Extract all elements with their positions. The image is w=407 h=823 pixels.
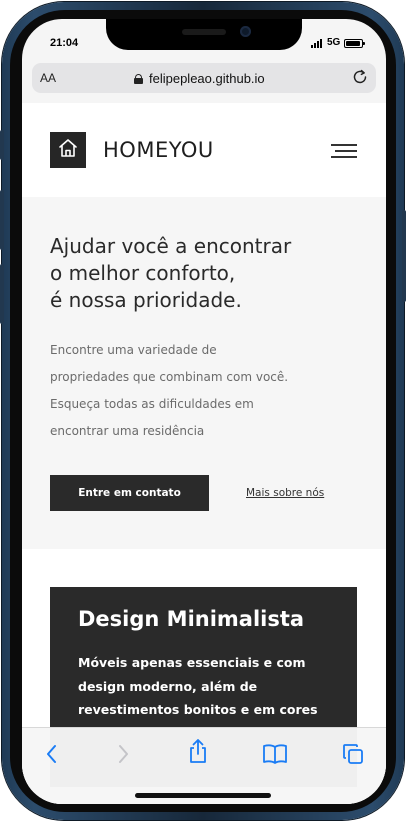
url-display[interactable]: felipepleao.github.io xyxy=(134,71,265,86)
hero-description-line: Esqueça todas as dificuldades em xyxy=(50,397,254,411)
hero-title-line: Ajudar você a encontrar xyxy=(50,234,292,258)
book-icon[interactable] xyxy=(262,741,288,767)
tabs-icon[interactable] xyxy=(340,741,366,767)
battery-icon xyxy=(344,39,365,48)
site-logo[interactable] xyxy=(50,132,86,168)
hero-title: Ajudar você a encontrar o melhor confort… xyxy=(50,233,350,314)
contact-button[interactable]: Entre em contato xyxy=(50,475,209,511)
status-time: 21:04 xyxy=(50,37,79,49)
feature-card-text: Móveis apenas essenciais e com design mo… xyxy=(78,651,338,722)
about-link[interactable]: Mais sobre nós xyxy=(246,487,324,499)
front-camera xyxy=(240,26,251,37)
phone-screen: 21:04 5G AA felipepleao.github.io HOMEYO… xyxy=(22,19,386,804)
site-header: HOMEYOU xyxy=(22,103,386,197)
speaker-grille xyxy=(182,29,226,35)
volume-down-button xyxy=(0,264,4,324)
chevron-right-icon[interactable] xyxy=(110,741,136,767)
text-size-button[interactable]: AA xyxy=(40,71,56,85)
chevron-left-icon[interactable] xyxy=(39,741,65,767)
mute-switch xyxy=(0,130,4,160)
hero-description-line: Encontre uma variedade de xyxy=(50,343,217,357)
reload-icon[interactable] xyxy=(352,69,368,85)
feature-card-line: revestimentos bonitos e em cores xyxy=(78,702,318,717)
signal-icon xyxy=(311,39,322,48)
hero-description: Encontre uma variedade de propriedades q… xyxy=(50,337,340,445)
feature-card-line: design moderno, além de xyxy=(78,678,258,694)
hero-title-line: é nossa prioridade. xyxy=(50,288,242,312)
feature-card-title: Design Minimalista xyxy=(78,607,305,631)
house-icon xyxy=(57,137,79,163)
hero-description-line: propriedades que combinam com você. xyxy=(50,370,289,384)
feature-card-line: Móveis apenas essenciais e com xyxy=(78,655,306,670)
brand-name[interactable]: HOMEYOU xyxy=(103,138,214,162)
hamburger-icon[interactable] xyxy=(331,144,357,160)
network-type: 5G xyxy=(327,37,341,48)
notch xyxy=(106,19,302,50)
hero-section: Ajudar você a encontrar o melhor confort… xyxy=(22,197,386,549)
url-text: felipepleao.github.io xyxy=(149,71,265,86)
hero-title-line: o melhor conforto, xyxy=(50,261,236,285)
volume-up-button xyxy=(0,190,4,250)
home-indicator[interactable] xyxy=(135,793,271,798)
power-button xyxy=(402,210,406,302)
share-icon[interactable] xyxy=(185,738,211,764)
lock-icon xyxy=(134,73,143,84)
address-bar[interactable]: AA felipepleao.github.io xyxy=(32,63,376,93)
hero-description-line: encontrar uma residência xyxy=(50,424,205,438)
